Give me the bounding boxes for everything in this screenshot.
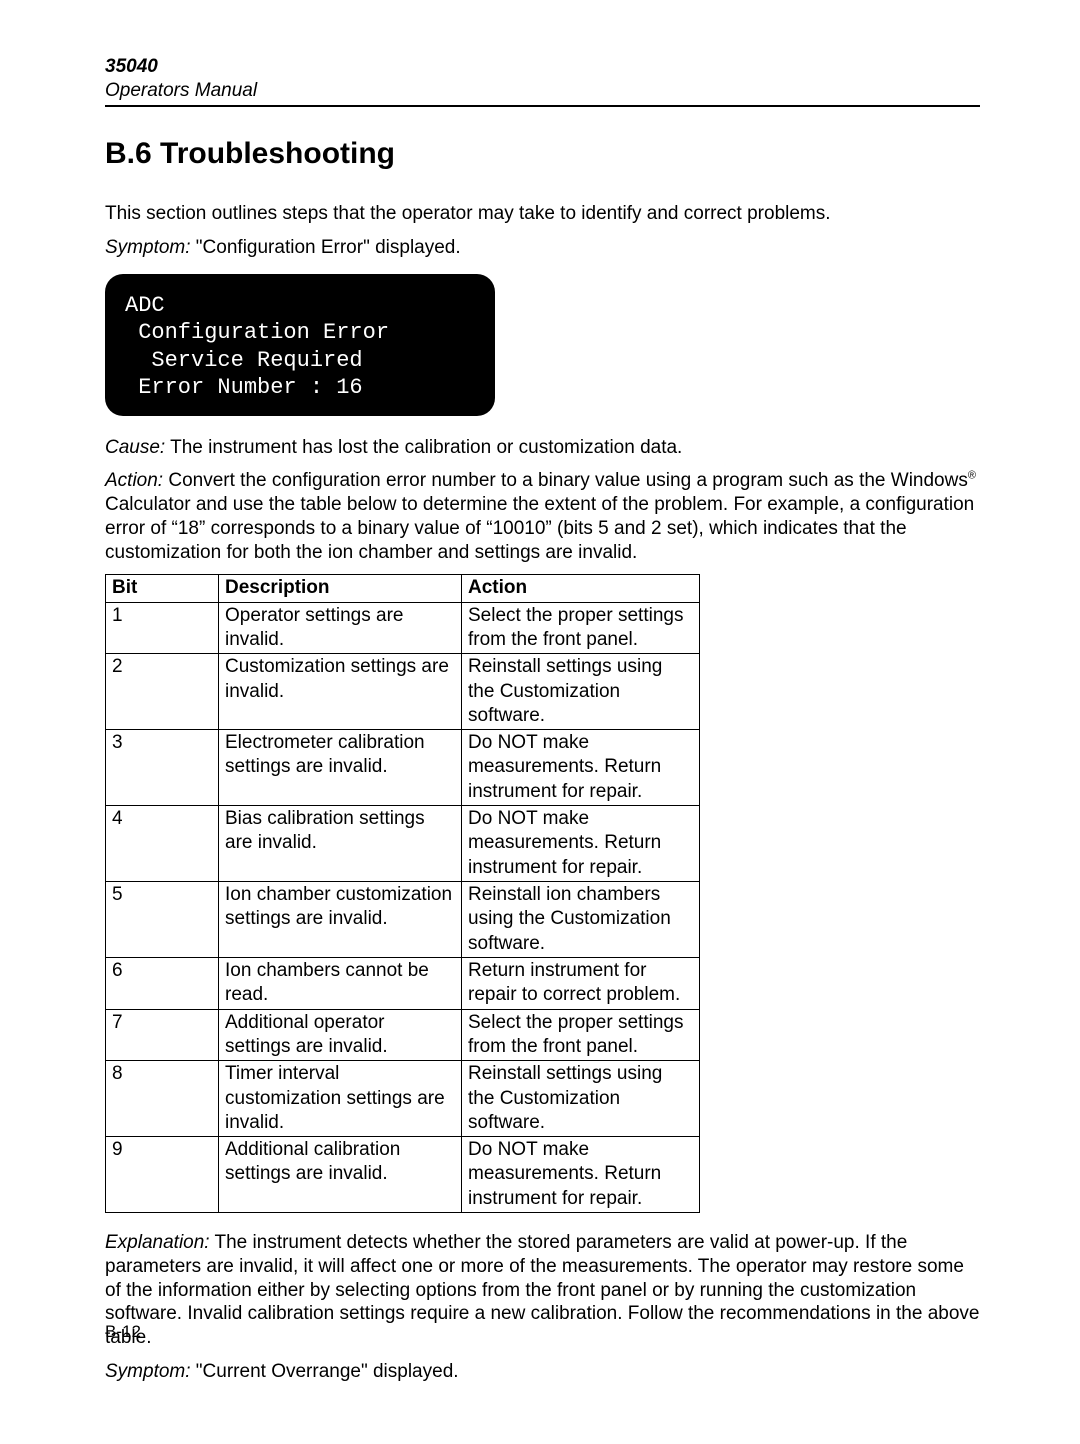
- cell-description: Additional calibration settings are inva…: [219, 1137, 462, 1213]
- cell-bit: 9: [106, 1137, 219, 1213]
- cause-label: Cause:: [105, 437, 165, 458]
- cell-bit: 8: [106, 1061, 219, 1137]
- table-row: 1Operator settings are invalid.Select th…: [106, 602, 700, 654]
- cell-action: Reinstall ion chambers using the Customi…: [462, 882, 700, 958]
- cause-text: The instrument has lost the calibration …: [165, 437, 682, 458]
- cause-paragraph: Cause: The instrument has lost the calib…: [105, 436, 980, 460]
- cell-description: Additional operator settings are invalid…: [219, 1009, 462, 1061]
- explanation-paragraph: Explanation: The instrument detects whet…: [105, 1231, 980, 1350]
- cell-action: Reinstall settings using the Customizati…: [462, 1061, 700, 1137]
- troubleshooting-table: Bit Description Action 1Operator setting…: [105, 574, 700, 1213]
- display-line-4: Error Number : 16: [125, 374, 475, 402]
- doc-title: Operators Manual: [105, 79, 980, 103]
- table-row: 6Ion chambers cannot be read.Return inst…: [106, 957, 700, 1009]
- table-row: 2Customization settings are invalid.Rein…: [106, 654, 700, 730]
- action-paragraph: Action: Convert the configuration error …: [105, 469, 980, 564]
- cell-description: Bias calibration settings are invalid.: [219, 806, 462, 882]
- cell-description: Timer interval customization settings ar…: [219, 1061, 462, 1137]
- cell-description: Operator settings are invalid.: [219, 602, 462, 654]
- cell-action: Select the proper settings from the fron…: [462, 1009, 700, 1061]
- action-text-b: Calculator and use the table below to de…: [105, 494, 974, 563]
- cell-action: Reinstall settings using the Customizati…: [462, 654, 700, 730]
- symptom-text: "Current Overrange" displayed.: [191, 1361, 459, 1382]
- table-row: 5Ion chamber customization settings are …: [106, 882, 700, 958]
- symptom-label: Symptom:: [105, 1361, 191, 1382]
- table-row: 3Electrometer calibration settings are i…: [106, 730, 700, 806]
- table-row: 7Additional operator settings are invali…: [106, 1009, 700, 1061]
- section-heading: B.6 Troubleshooting: [105, 135, 980, 173]
- cell-action: Do NOT make measurements. Return instrum…: [462, 806, 700, 882]
- display-line-2: Configuration Error: [125, 319, 475, 347]
- cell-description: Ion chambers cannot be read.: [219, 957, 462, 1009]
- error-display-box: ADC Configuration Error Service Required…: [105, 274, 495, 416]
- doc-number: 35040: [105, 55, 980, 79]
- cell-description: Customization settings are invalid.: [219, 654, 462, 730]
- cell-description: Electrometer calibration settings are in…: [219, 730, 462, 806]
- cell-bit: 2: [106, 654, 219, 730]
- cell-action: Do NOT make measurements. Return instrum…: [462, 1137, 700, 1213]
- action-label: Action:: [105, 470, 163, 491]
- cell-action: Return instrument for repair to correct …: [462, 957, 700, 1009]
- page-header: 35040 Operators Manual: [105, 55, 980, 107]
- col-header-bit: Bit: [106, 575, 219, 602]
- symptom-2: Symptom: "Current Overrange" displayed.: [105, 1360, 980, 1384]
- registered-mark: ®: [968, 470, 976, 482]
- cell-bit: 4: [106, 806, 219, 882]
- symptom-text: "Configuration Error" displayed.: [191, 237, 461, 258]
- cell-action: Do NOT make measurements. Return instrum…: [462, 730, 700, 806]
- table-header-row: Bit Description Action: [106, 575, 700, 602]
- table-row: 9Additional calibration settings are inv…: [106, 1137, 700, 1213]
- cell-bit: 3: [106, 730, 219, 806]
- explanation-label: Explanation:: [105, 1232, 210, 1253]
- table-row: 4Bias calibration settings are invalid.D…: [106, 806, 700, 882]
- cell-bit: 6: [106, 957, 219, 1009]
- page-number: B-12: [105, 1321, 141, 1342]
- display-line-1: ADC: [125, 292, 475, 320]
- cell-description: Ion chamber customization settings are i…: [219, 882, 462, 958]
- cell-action: Select the proper settings from the fron…: [462, 602, 700, 654]
- cell-bit: 5: [106, 882, 219, 958]
- col-header-action: Action: [462, 575, 700, 602]
- table-row: 8Timer interval customization settings a…: [106, 1061, 700, 1137]
- display-line-3: Service Required: [125, 347, 475, 375]
- symptom-1: Symptom: "Configuration Error" displayed…: [105, 236, 980, 260]
- col-header-description: Description: [219, 575, 462, 602]
- cell-bit: 7: [106, 1009, 219, 1061]
- symptom-label: Symptom:: [105, 237, 191, 258]
- intro-paragraph: This section outlines steps that the ope…: [105, 202, 980, 226]
- explanation-text: The instrument detects whether the store…: [105, 1232, 979, 1348]
- cell-bit: 1: [106, 602, 219, 654]
- action-text-a: Convert the configuration error number t…: [163, 470, 968, 491]
